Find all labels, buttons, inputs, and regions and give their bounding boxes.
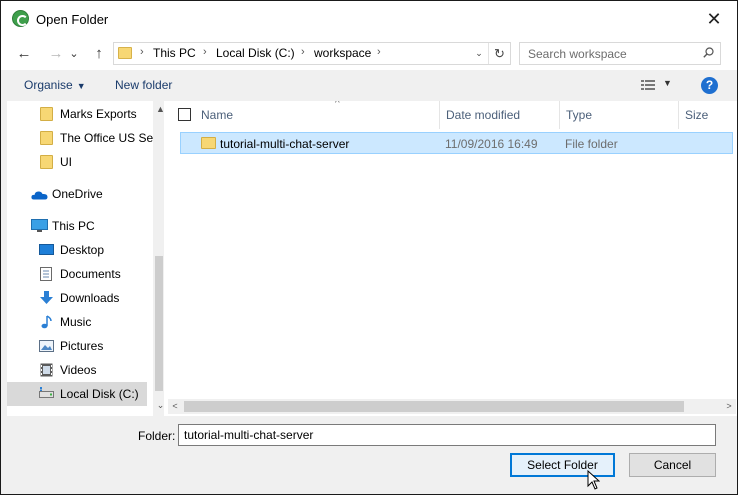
- sort-ascending-icon: ^: [335, 101, 340, 109]
- sidebar-item-this-pc[interactable]: This PC: [7, 214, 147, 238]
- sidebar-item-label: Documents: [60, 267, 121, 281]
- view-options-icon[interactable]: [641, 79, 655, 91]
- scroll-left-button[interactable]: <: [168, 399, 182, 414]
- sidebar-item-label: Local Disk (C:): [60, 387, 139, 401]
- videos-icon: [40, 363, 53, 377]
- sidebar-item-label: Music: [60, 315, 92, 329]
- sidebar-item-local-disk[interactable]: Local Disk (C:): [7, 382, 147, 406]
- navigation-pane: Marks Exports The Office US Se UI OneDri…: [7, 101, 163, 416]
- column-header-label: Size: [685, 108, 709, 122]
- sidebar-item-pictures[interactable]: Pictures: [7, 334, 147, 358]
- file-name: tutorial-multi-chat-server: [220, 137, 350, 151]
- music-icon: [41, 315, 52, 329]
- sidebar-item-label: Downloads: [60, 291, 120, 305]
- column-header-label: Type: [566, 108, 593, 122]
- sidebar-item-label: This PC: [52, 219, 95, 233]
- address-history-button[interactable]: ⌄: [470, 43, 488, 64]
- new-folder-button[interactable]: New folder: [115, 78, 172, 92]
- sidebar-item-label: Pictures: [60, 339, 104, 353]
- sidebar-item-ui[interactable]: UI: [7, 150, 147, 174]
- column-header-size[interactable]: Size: [679, 101, 737, 129]
- breadcrumb-separator: ›: [377, 46, 381, 58]
- organise-button[interactable]: Organise ▼: [24, 78, 86, 92]
- sidebar-item-documents[interactable]: Documents: [7, 262, 147, 286]
- drive-icon: [39, 387, 54, 398]
- table-row[interactable]: tutorial-multi-chat-server 11/09/2016 16…: [180, 132, 733, 154]
- open-folder-dialog: Open Folder ✕ ← → ⌄ ↑ › This PC › Local …: [0, 0, 738, 495]
- folder-field-label: Folder:: [138, 429, 176, 443]
- file-list: Name ^ Date modified Type Size tutorial-…: [164, 101, 737, 416]
- search-box[interactable]: [519, 42, 721, 65]
- column-header-label: Name: [201, 108, 234, 122]
- cancel-button[interactable]: Cancel: [629, 453, 716, 477]
- window-title: Open Folder: [36, 12, 109, 27]
- column-header-type[interactable]: Type: [560, 101, 679, 129]
- help-icon[interactable]: ?: [701, 77, 718, 94]
- file-type: File folder: [565, 137, 618, 151]
- sidebar-item-label: Marks Exports: [60, 107, 137, 121]
- view-options-dropdown[interactable]: ▼: [663, 78, 672, 88]
- sidebar-item-label: Videos: [60, 363, 97, 377]
- organise-label: Organise: [24, 78, 73, 92]
- scroll-up-button[interactable]: ▲: [155, 104, 163, 114]
- up-button[interactable]: ↑: [88, 43, 110, 65]
- column-header-label: Date modified: [446, 108, 521, 122]
- folder-icon: [40, 131, 53, 145]
- mouse-cursor-icon: [587, 470, 600, 490]
- column-header-date-modified[interactable]: Date modified: [440, 101, 560, 129]
- recent-locations-button[interactable]: ⌄: [67, 43, 81, 65]
- sidebar-item-label: OneDrive: [52, 187, 103, 201]
- back-button[interactable]: ←: [13, 43, 35, 65]
- folder-icon: [40, 155, 53, 169]
- sidebar-item-music[interactable]: Music: [7, 310, 147, 334]
- scrollbar-thumb[interactable]: [184, 401, 684, 412]
- command-bar: Organise ▼ New folder ▼ ?: [1, 70, 737, 101]
- sidebar-item-desktop[interactable]: Desktop: [7, 238, 147, 262]
- app-icon: [12, 10, 29, 27]
- select-all-checkbox[interactable]: [178, 108, 191, 121]
- sidebar-item-downloads[interactable]: Downloads: [7, 286, 147, 310]
- breadcrumb-separator: ›: [203, 46, 207, 58]
- desktop-icon: [39, 244, 54, 255]
- column-header-name[interactable]: Name ^: [195, 101, 440, 129]
- chevron-down-icon: ▼: [76, 81, 86, 91]
- refresh-button[interactable]: ↻: [488, 43, 510, 64]
- sidebar-item-label: UI: [60, 155, 72, 169]
- breadcrumb-workspace[interactable]: workspace: [314, 46, 371, 60]
- breadcrumb-separator: ›: [301, 46, 305, 58]
- scroll-down-button[interactable]: ⌄: [155, 400, 163, 411]
- forward-button[interactable]: →: [45, 43, 67, 65]
- sidebar-item-onedrive[interactable]: OneDrive: [7, 182, 147, 206]
- title-bar[interactable]: Open Folder ✕: [1, 1, 737, 38]
- file-date-modified: 11/09/2016 16:49: [445, 137, 538, 151]
- filelist-horizontal-scrollbar[interactable]: < >: [168, 399, 736, 414]
- sidebar-item-the-office[interactable]: The Office US Se: [7, 126, 153, 150]
- search-input[interactable]: [526, 45, 696, 62]
- folder-icon: [201, 137, 216, 149]
- breadcrumb-local-disk[interactable]: Local Disk (C:): [216, 46, 295, 60]
- scrollbar-thumb[interactable]: [155, 256, 163, 391]
- sidebar-item-label: The Office US Se: [60, 131, 154, 145]
- navigation-bar: ← → ⌄ ↑ › This PC › Local Disk (C:) › wo…: [1, 38, 737, 70]
- onedrive-icon: [31, 191, 48, 200]
- sidebar-item-videos[interactable]: Videos: [7, 358, 147, 382]
- close-button[interactable]: ✕: [691, 1, 737, 38]
- downloads-icon: [40, 291, 53, 304]
- pictures-icon: [39, 340, 54, 352]
- address-bar[interactable]: › This PC › Local Disk (C:) › workspace …: [113, 42, 511, 65]
- documents-icon: [40, 267, 52, 281]
- sidebar-item-marks-exports[interactable]: Marks Exports: [7, 102, 147, 126]
- search-icon: [703, 47, 714, 58]
- sidebar-item-label: Desktop: [60, 243, 105, 257]
- sidebar-scrollbar[interactable]: ▲ ⌄: [153, 101, 163, 416]
- breadcrumb-this-pc[interactable]: This PC: [153, 46, 196, 60]
- folder-name-field[interactable]: [178, 424, 716, 446]
- folder-icon: [40, 107, 53, 121]
- computer-icon: [31, 219, 48, 232]
- folder-icon: [118, 47, 132, 59]
- scroll-right-button[interactable]: >: [722, 399, 736, 414]
- breadcrumb-separator: ›: [140, 46, 144, 58]
